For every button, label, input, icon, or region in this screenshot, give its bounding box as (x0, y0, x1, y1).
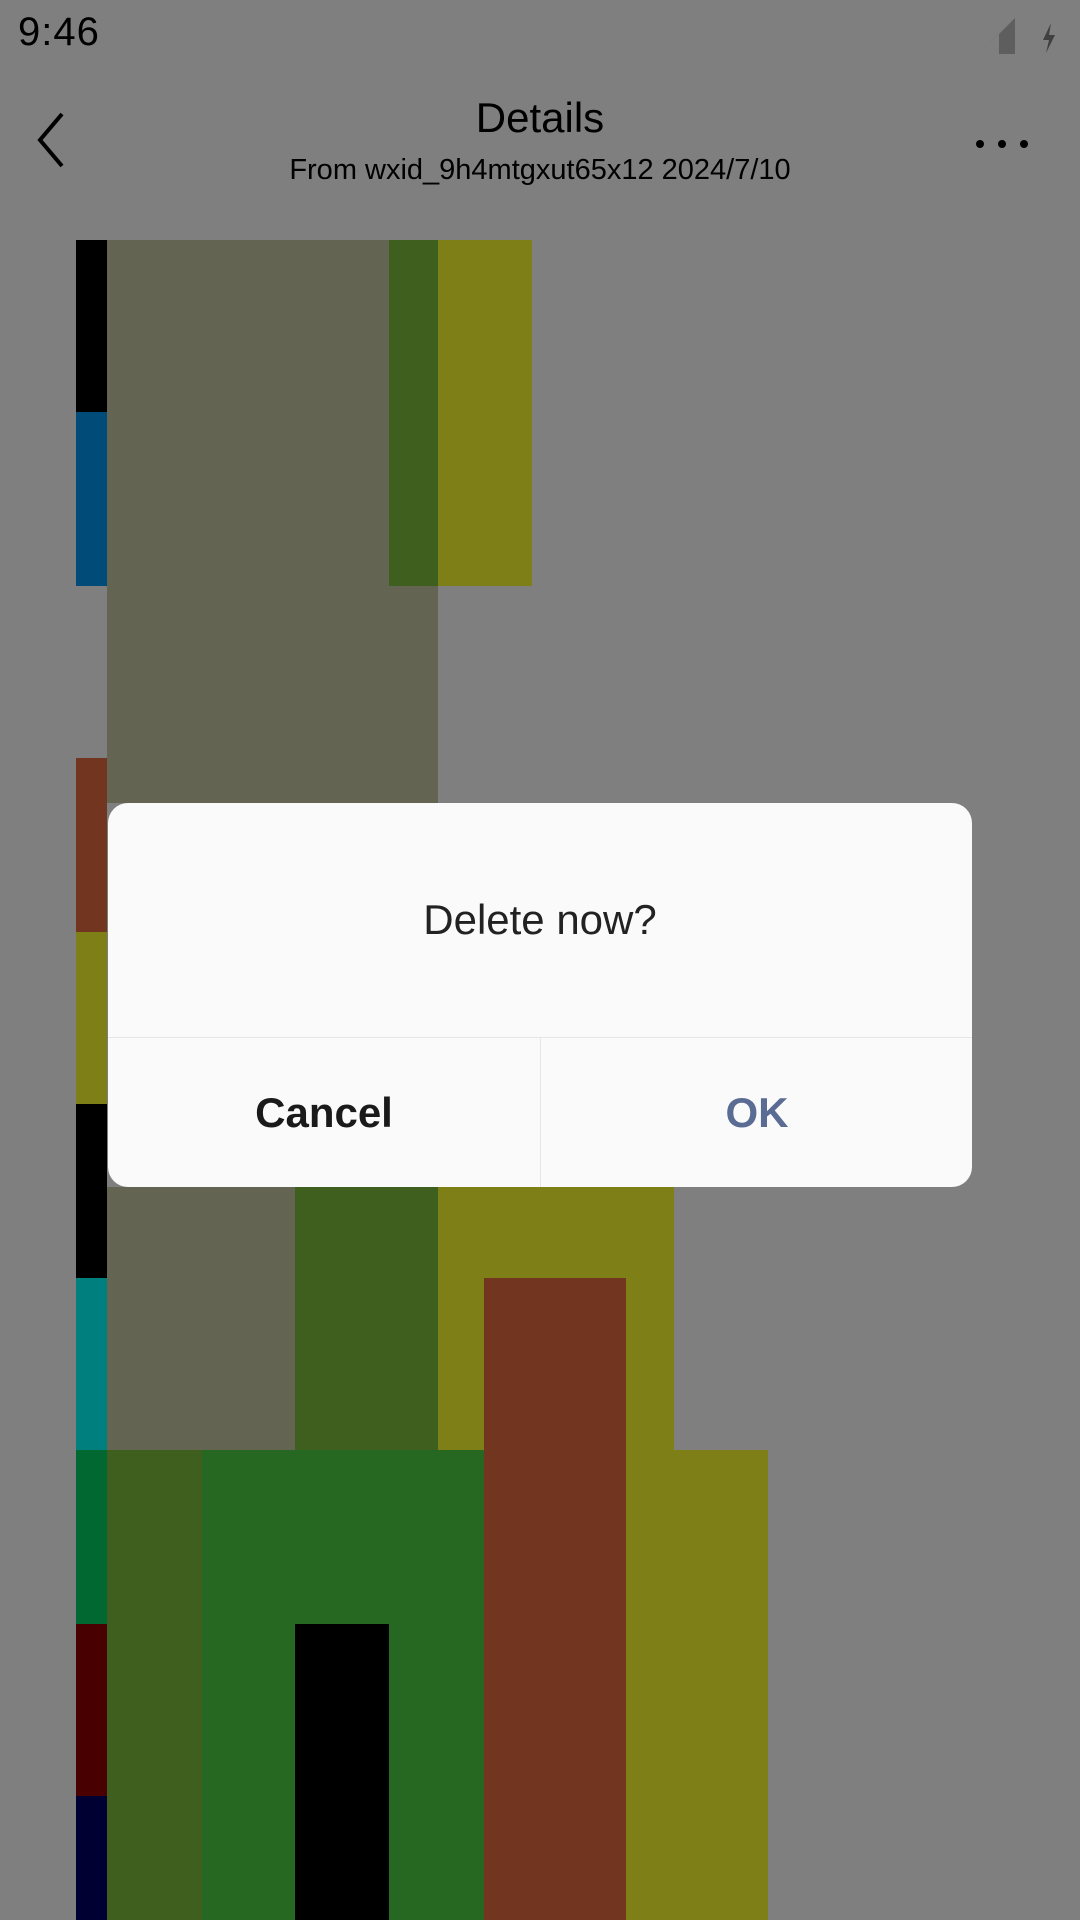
cancel-button[interactable]: Cancel (108, 1038, 540, 1187)
delete-confirm-dialog: Delete now? Cancel OK (108, 803, 972, 1187)
screen: 9:46 Details From wxid_9h4mtgxut65x12 20… (0, 0, 1080, 1920)
ok-button[interactable]: OK (541, 1038, 972, 1187)
dialog-message: Delete now? (423, 896, 657, 943)
